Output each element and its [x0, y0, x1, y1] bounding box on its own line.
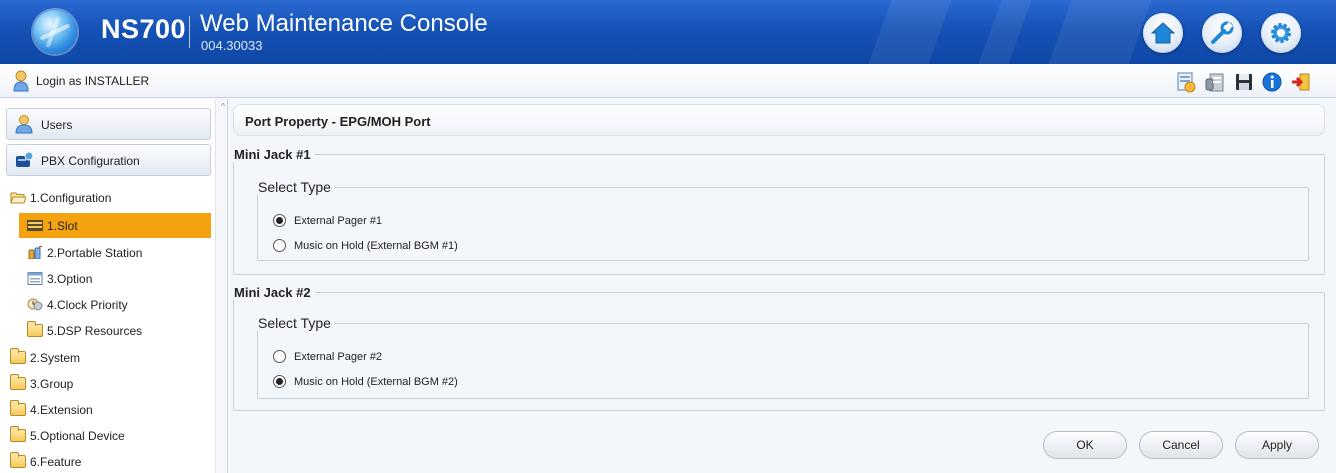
radio-label: External Pager #2 — [294, 350, 383, 363]
mini-jack-1-title: Mini Jack #1 — [234, 147, 311, 162]
tree-label: 5.Optional Device — [30, 428, 125, 443]
users-label: Users — [41, 118, 73, 132]
radio-music-on-hold-1[interactable]: Music on Hold (External BGM #1) — [273, 239, 458, 252]
sidebar: ^ Users PBX Configuration 1.Configuratio… — [0, 99, 228, 473]
console-title: Web Maintenance Console — [200, 10, 488, 37]
app-header: NS700 Web Maintenance Console 004.30033 — [0, 0, 1336, 64]
gear-icon — [1271, 23, 1291, 43]
apply-button[interactable]: Apply — [1235, 431, 1319, 459]
tree-label: 1.Slot — [47, 218, 78, 233]
clock-priority-icon — [27, 298, 43, 311]
globe-logo-icon — [33, 10, 77, 54]
select-type-2-label: Select Type — [258, 315, 331, 331]
radio-button-unchecked[interactable] — [273, 350, 286, 363]
tree-item-group[interactable]: 3.Group — [10, 371, 210, 396]
tree-item-dsp-resources[interactable]: 5.DSP Resources — [27, 318, 211, 343]
tree-item-portable-station[interactable]: 2.Portable Station — [27, 240, 211, 265]
mini-jack-2-title: Mini Jack #2 — [234, 285, 311, 300]
tree-label: 1.Configuration — [30, 190, 112, 205]
maintenance-button[interactable] — [1202, 13, 1242, 53]
tree-item-system[interactable]: 2.System — [10, 345, 210, 370]
radio-button-unchecked[interactable] — [273, 239, 286, 252]
page-title-bar: Port Property - EPG/MOH Port — [233, 104, 1325, 136]
login-status: Login as INSTALLER — [36, 74, 150, 88]
tree-item-extension[interactable]: 4.Extension — [10, 397, 210, 422]
tree-item-option[interactable]: 3.Option — [27, 266, 211, 291]
tree-label: 3.Option — [47, 271, 93, 286]
user-icon — [13, 70, 29, 92]
radio-button-checked[interactable] — [273, 214, 286, 227]
status-bar: Login as INSTALLER — [0, 64, 1336, 98]
sidebar-scrollbar[interactable]: ^ — [215, 99, 227, 473]
pbx-icon — [16, 151, 34, 167]
header-separator — [189, 16, 190, 48]
radio-external-pager-2[interactable]: External Pager #2 — [273, 350, 382, 363]
radio-label: Music on Hold (External BGM #1) — [294, 239, 458, 252]
scroll-up-icon[interactable]: ^ — [221, 101, 225, 111]
tree-item-feature[interactable]: 6.Feature — [10, 449, 210, 473]
folder-icon — [10, 374, 26, 390]
portable-station-icon — [28, 246, 43, 259]
folder-icon — [10, 348, 26, 364]
option-icon — [27, 272, 43, 285]
tree-label: 2.System — [30, 350, 81, 365]
folder-icon — [10, 452, 26, 468]
tree-label: 5.DSP Resources — [47, 323, 143, 338]
select-type-1-label: Select Type — [258, 179, 331, 195]
radio-external-pager-1[interactable]: External Pager #1 — [273, 214, 382, 227]
tree-item-optional-device[interactable]: 5.Optional Device — [10, 423, 210, 448]
ok-button[interactable]: OK — [1043, 431, 1127, 459]
header-decoration — [978, 0, 1032, 64]
home-button[interactable] — [1143, 13, 1183, 53]
header-decoration — [868, 0, 952, 64]
tree-label: 3.Group — [30, 376, 74, 391]
wrench-icon — [1211, 21, 1234, 44]
tree-item-clock-priority[interactable]: 4.Clock Priority — [27, 292, 211, 317]
radio-music-on-hold-2[interactable]: Music on Hold (External BGM #2) — [273, 375, 458, 388]
home-icon — [1150, 22, 1176, 44]
logout-icon[interactable] — [1290, 71, 1312, 93]
phone-book-icon[interactable] — [1204, 71, 1226, 93]
report-icon[interactable] — [1175, 71, 1197, 93]
tree-label: 6.Feature — [30, 454, 82, 469]
folder-icon — [10, 400, 26, 416]
tree-label: 4.Clock Priority — [47, 297, 128, 312]
radio-button-checked[interactable] — [273, 375, 286, 388]
radio-label: Music on Hold (External BGM #2) — [294, 375, 458, 388]
page-title: Port Property - EPG/MOH Port — [245, 114, 431, 129]
radio-label: External Pager #1 — [294, 214, 383, 227]
tree-item-slot[interactable]: 1.Slot — [19, 213, 211, 238]
save-icon[interactable] — [1233, 71, 1255, 93]
folder-icon — [10, 426, 26, 442]
settings-button[interactable] — [1261, 13, 1301, 53]
tree-item-configuration[interactable]: 1.Configuration — [10, 185, 210, 210]
pbx-configuration-button[interactable]: PBX Configuration — [6, 144, 211, 176]
header-decoration — [1048, 0, 1152, 64]
tree-label: 4.Extension — [30, 402, 93, 417]
version-label: 004.30033 — [201, 38, 263, 53]
cancel-button[interactable]: Cancel — [1139, 431, 1223, 459]
open-folder-icon — [10, 192, 26, 204]
pbx-configuration-label: PBX Configuration — [41, 154, 140, 168]
folder-icon — [27, 321, 43, 337]
slot-icon — [27, 220, 43, 231]
info-icon[interactable] — [1261, 71, 1283, 93]
user-icon — [15, 115, 33, 134]
main-content: Port Property - EPG/MOH Port Mini Jack #… — [228, 99, 1336, 473]
users-button[interactable]: Users — [6, 108, 211, 140]
product-name: NS700 — [101, 14, 187, 44]
tree-label: 2.Portable Station — [47, 245, 143, 260]
